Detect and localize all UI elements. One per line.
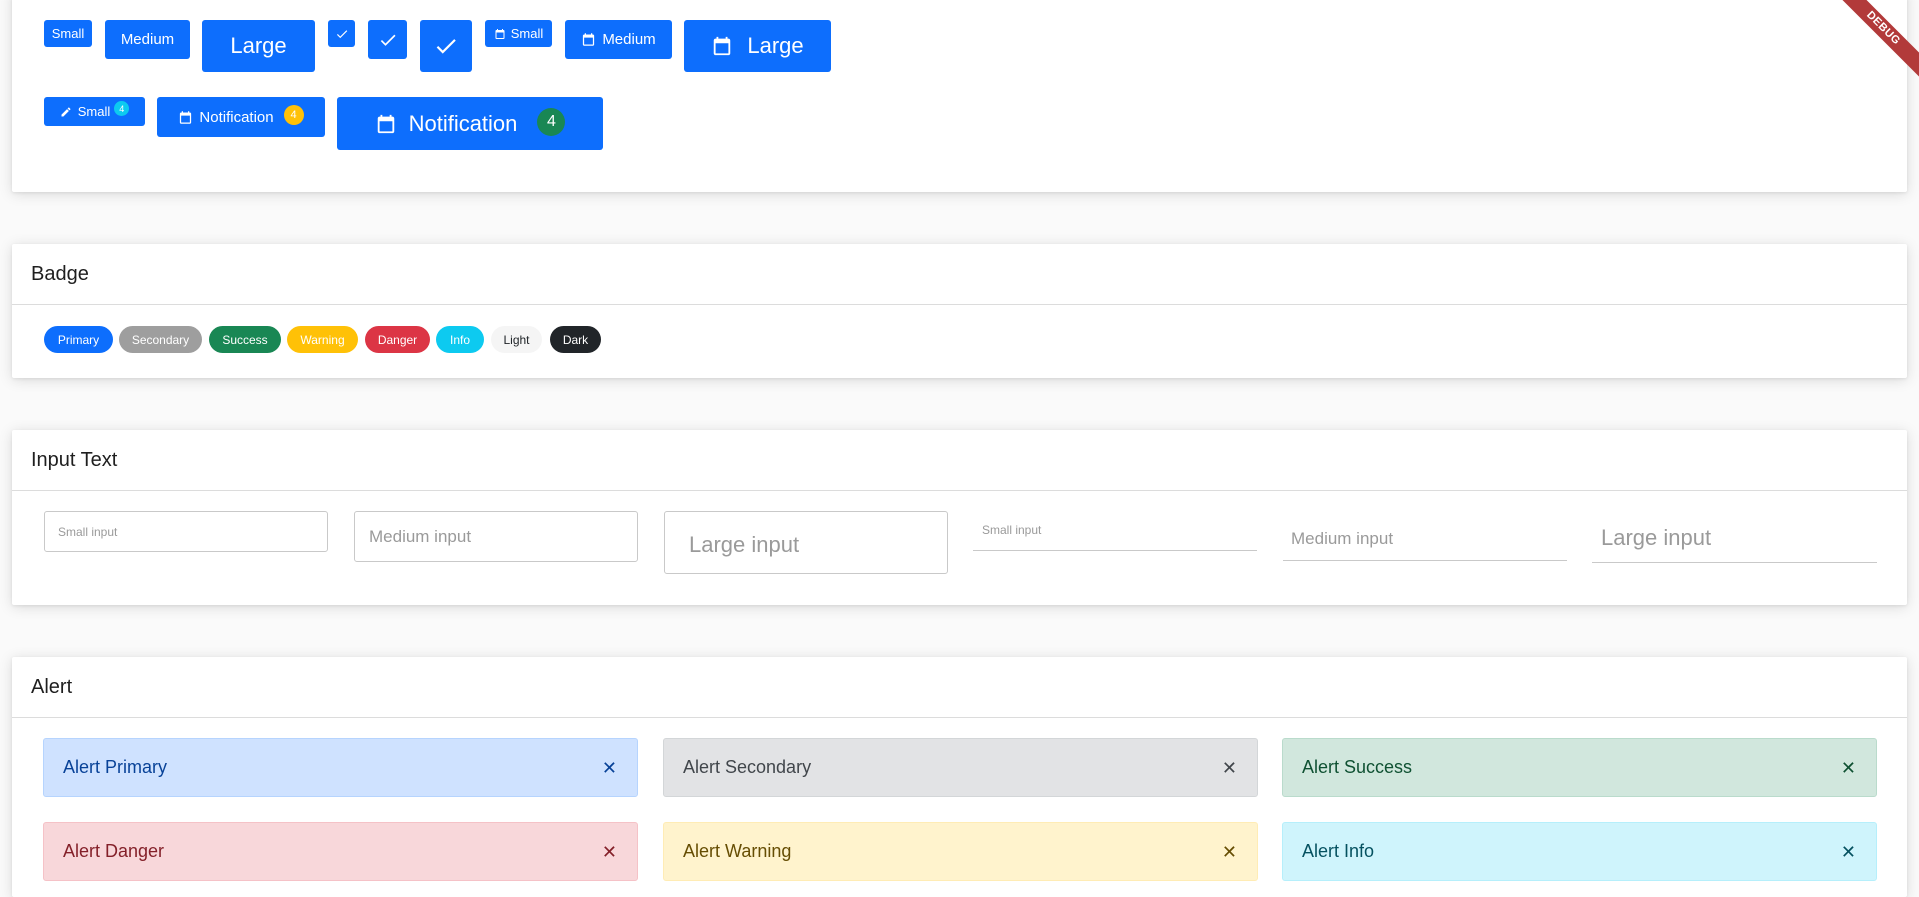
close-icon[interactable]: ✕ [1222,843,1237,861]
edit-small-button-label: Small [77,104,111,119]
alert-secondary: Alert Secondary ✕ [663,738,1258,797]
close-icon[interactable]: ✕ [1222,759,1237,777]
check-button-medium[interactable] [368,20,407,59]
check-button-small[interactable] [328,20,355,47]
badge-card: Badge [12,244,1907,378]
icon-large-button-label: Large [747,33,804,58]
alert-primary: Alert Primary ✕ [43,738,638,797]
alert-info: Alert Info ✕ [1282,822,1877,881]
medium-outlined-input[interactable]: Medium input [354,511,638,562]
close-icon[interactable]: ✕ [602,759,617,777]
alert-text: Alert Primary [63,757,168,777]
input-placeholder: Large input [689,532,800,557]
input-placeholder: Medium input [369,527,472,546]
card-title: Badge [12,244,1907,305]
input-placeholder: Medium input [1291,529,1394,548]
badge-light: Light [491,326,542,353]
notification-count-badge: 4 [114,101,130,116]
small-underlined-input[interactable]: Small input [973,515,1257,551]
badge-warning: Warning [287,326,358,353]
alert-text: Alert Secondary [683,757,812,777]
calendar-icon [583,33,595,46]
check-icon [380,34,395,46]
calendar-icon [180,110,192,124]
icon-medium-button[interactable]: Medium [565,20,672,59]
check-icon [336,29,347,38]
icon-medium-button-label: Medium [602,31,656,48]
pencil-icon [61,106,71,116]
large-outlined-input[interactable]: Large input [664,511,948,574]
badge-success: Success [209,326,281,353]
alert-text: Alert Success [1302,757,1413,777]
notification-count-badge: 4 [283,105,304,125]
icon-small-button[interactable]: Small [485,20,552,47]
alert-danger: Alert Danger ✕ [43,822,638,881]
alert-text: Alert Warning [683,841,792,861]
badge-primary: Primary [44,326,113,353]
calendar-icon [377,114,394,133]
medium-button[interactable]: Medium [105,20,190,59]
check-button-large[interactable] [420,20,472,72]
calendar-icon [495,28,505,39]
input-placeholder: Small input [58,525,118,539]
notification-large-button[interactable]: Notification 4 [337,97,603,150]
badge-secondary: Secondary [119,326,202,353]
small-button-label: Small [51,26,85,41]
card-title: Alert [12,657,1907,718]
small-button[interactable]: Small [44,20,92,47]
notification-medium-label: Notification [199,108,274,126]
close-icon[interactable]: ✕ [602,843,617,861]
notification-count-badge: 4 [537,107,566,136]
alert-text: Alert Info [1302,841,1375,861]
input-placeholder: Large input [1601,525,1712,550]
notification-medium-button[interactable]: Notification 4 [157,97,325,137]
edit-small-notification-button[interactable]: Small 4 [44,97,145,126]
badge-info: Info [436,326,484,353]
close-icon[interactable]: ✕ [1841,759,1856,777]
medium-button-label: Medium [120,31,175,48]
large-button-label: Large [230,33,287,58]
icon-large-button[interactable]: Large [684,20,831,72]
medium-underlined-input[interactable]: Medium input [1283,515,1567,561]
icon-small-button-label: Small [510,26,544,41]
small-outlined-input[interactable]: Small input [44,511,328,552]
input-placeholder: Small input [982,523,1042,537]
card-title: Input Text [12,430,1907,491]
alert-success: Alert Success ✕ [1282,738,1877,797]
large-button[interactable]: Large [202,20,315,72]
notification-large-label: Notification [408,110,518,136]
badge-danger: Danger [365,326,430,353]
alert-warning: Alert Warning ✕ [663,822,1258,881]
calendar-icon [714,36,731,56]
alert-text: Alert Danger [63,841,165,861]
close-icon[interactable]: ✕ [1841,843,1856,861]
check-icon [436,39,456,54]
badge-dark: Dark [550,326,601,353]
large-underlined-input[interactable]: Large input [1592,515,1877,563]
